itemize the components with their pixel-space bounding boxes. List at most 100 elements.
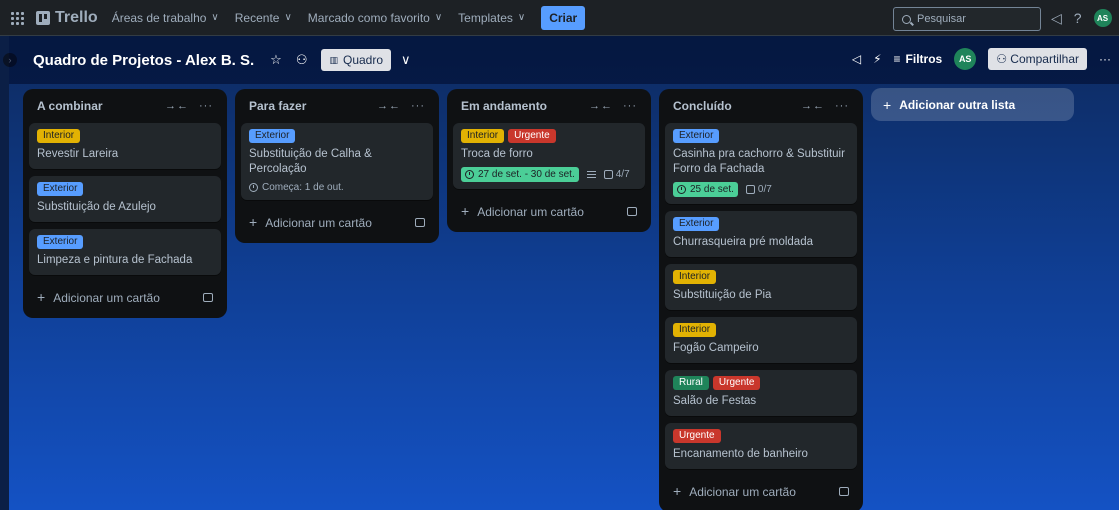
add-list-button[interactable]: + Adicionar outra lista [871, 88, 1074, 121]
list-title[interactable]: A combinar [37, 99, 103, 113]
card[interactable]: Exterior Limpeza e pintura de Fachada [29, 229, 221, 275]
label-urgente: Urgente [673, 429, 721, 443]
card-title: Churrasqueira pré moldada [673, 236, 813, 248]
card-template-icon[interactable] [627, 206, 637, 216]
list-header: Em andamento →← ··· [453, 89, 645, 123]
list-actions: →← ··· [801, 100, 849, 112]
search-icon [902, 14, 911, 24]
checklist-count: 4/7 [615, 169, 630, 180]
card-template-icon[interactable] [415, 217, 425, 227]
member-avatar[interactable]: AS [954, 48, 977, 70]
card-title: Revestir Lareira [37, 148, 119, 160]
due-date-badge[interactable]: 27 de set. - 30 de set. [461, 167, 579, 182]
label-exterior: Exterior [249, 129, 296, 143]
card[interactable]: Interior Urgente Troca de forro 27 de se… [453, 123, 645, 189]
collapse-list-icon[interactable]: →← [377, 100, 401, 112]
help-icon[interactable]: ? [1074, 10, 1082, 26]
label-exterior: Exterior [673, 129, 720, 143]
menu-starred[interactable]: Marcado como favorito ∨ [308, 11, 442, 25]
trello-logo[interactable]: Trello [36, 9, 98, 27]
list-title[interactable]: Para fazer [249, 99, 306, 113]
search-placeholder: Pesquisar [917, 13, 966, 25]
add-card-button[interactable]: + Adicionar um cartão [241, 207, 433, 237]
trello-logo-text: Trello [55, 8, 98, 26]
checklist-badge: 0/7 [745, 184, 772, 195]
card[interactable]: Exterior Substituição de Calha & Percola… [241, 123, 433, 200]
card-title: Substituição de Calha & Percolação [249, 148, 372, 175]
card-title: Casinha pra cachorro & Substituir Forro … [673, 148, 845, 175]
menu-recent[interactable]: Recente ∨ [235, 11, 292, 25]
share-button[interactable]: ⚇ Compartilhar [988, 48, 1087, 70]
label-exterior: Exterior [37, 235, 84, 249]
card-title: Salão de Festas [673, 395, 757, 407]
label-exterior: Exterior [37, 182, 84, 196]
add-card-label: Adicionar um cartão [477, 205, 584, 219]
search-input[interactable]: Pesquisar [893, 7, 1041, 31]
list-menu-icon[interactable]: ··· [623, 100, 637, 112]
list-title[interactable]: Em andamento [461, 99, 547, 113]
label-rural: Rural [673, 376, 709, 390]
filters-button[interactable]: ≡ Filtros [894, 52, 943, 66]
account-avatar[interactable]: AS [1093, 9, 1112, 27]
card[interactable]: Interior Substituição de Pia [665, 264, 857, 310]
add-card-button[interactable]: + Adicionar um cartão [453, 196, 645, 226]
create-button[interactable]: Criar [541, 5, 586, 30]
app-switcher-icon[interactable] [8, 9, 26, 27]
board-title[interactable]: Quadro de Projetos - Alex B. S. [33, 52, 254, 69]
list-menu-icon[interactable]: ··· [411, 100, 425, 112]
start-date-text: Começa: 1 de out. [262, 182, 344, 193]
plus-icon: + [461, 203, 470, 219]
list-header: A combinar →← ··· [29, 89, 221, 123]
card-title: Troca de forro [461, 148, 533, 160]
card[interactable]: Rural Urgente Salão de Festas [665, 370, 857, 416]
list-para-fazer: Para fazer →← ··· Exterior Substituição d… [235, 89, 439, 243]
automation-icon[interactable]: ⚡ [873, 52, 881, 66]
board-view-icon: ▥ [329, 54, 338, 65]
star-icon[interactable]: ☆ [270, 52, 282, 68]
filters-label: Filtros [905, 52, 943, 66]
card[interactable]: Exterior Substituição de Azulejo [29, 176, 221, 222]
card[interactable]: Exterior Casinha pra cachorro & Substitu… [665, 123, 857, 204]
list-em-andamento: Em andamento →← ··· Interior Urgente Troc… [447, 89, 651, 232]
card[interactable]: Exterior Churrasqueira pré moldada [665, 211, 857, 257]
workspace-visibility-icon[interactable]: ⚇ [296, 52, 308, 68]
views-dropdown-icon[interactable]: ∨ [401, 52, 411, 68]
card[interactable]: Interior Fogão Campeiro [665, 317, 857, 363]
list-concluido: Concluído →← ··· Exterior Casinha pra cac… [659, 89, 863, 510]
card[interactable]: Urgente Encanamento de banheiro [665, 423, 857, 469]
menu-templates[interactable]: Templates ∨ [458, 11, 525, 25]
collapse-list-icon[interactable]: →← [589, 100, 613, 112]
label-interior: Interior [673, 323, 717, 337]
due-date-text: 27 de set. - 30 de set. [478, 169, 575, 180]
card-template-icon[interactable] [203, 292, 213, 302]
notifications-icon[interactable]: ◁ [1051, 10, 1062, 27]
due-date-badge[interactable]: 25 de set. [673, 182, 738, 197]
collapse-list-icon[interactable]: →← [165, 100, 189, 112]
plus-icon: + [883, 96, 892, 113]
list-menu-icon[interactable]: ··· [835, 100, 849, 112]
trello-logo-icon [36, 10, 50, 25]
board-header: Quadro de Projetos - Alex B. S. ☆ ⚇ ▥ Qu… [9, 36, 1119, 84]
add-card-button[interactable]: + Adicionar um cartão [29, 282, 221, 312]
power-ups-icon[interactable]: ◁ [852, 52, 861, 66]
label-interior: Interior [461, 129, 505, 143]
list-actions: →← ··· [589, 100, 637, 112]
more-options-icon[interactable]: ··· [1099, 52, 1111, 66]
board-header-actions: ◁ ⚡ ≡ Filtros AS ⚇ Compartilhar ··· [852, 48, 1111, 70]
label-exterior: Exterior [673, 217, 720, 231]
plus-icon: + [37, 289, 46, 305]
card-title: Encanamento de banheiro [673, 448, 808, 460]
collapse-list-icon[interactable]: →← [801, 100, 825, 112]
share-label: Compartilhar [1010, 52, 1079, 66]
list-title[interactable]: Concluído [673, 99, 732, 113]
board-view-button[interactable]: ▥ Quadro [321, 49, 392, 71]
topbar-right-icons: ◁ ? AS [1051, 9, 1112, 27]
card[interactable]: Interior Revestir Lareira [29, 123, 221, 169]
list-menu-icon[interactable]: ··· [199, 100, 213, 112]
card-template-icon[interactable] [839, 486, 849, 496]
menu-workspaces[interactable]: Áreas de trabalho ∨ [112, 11, 219, 25]
due-date-text: 25 de set. [690, 184, 734, 195]
add-card-label: Adicionar um cartão [689, 485, 796, 499]
add-card-button[interactable]: + Adicionar um cartão [665, 476, 857, 506]
label-urgente: Urgente [712, 376, 761, 390]
